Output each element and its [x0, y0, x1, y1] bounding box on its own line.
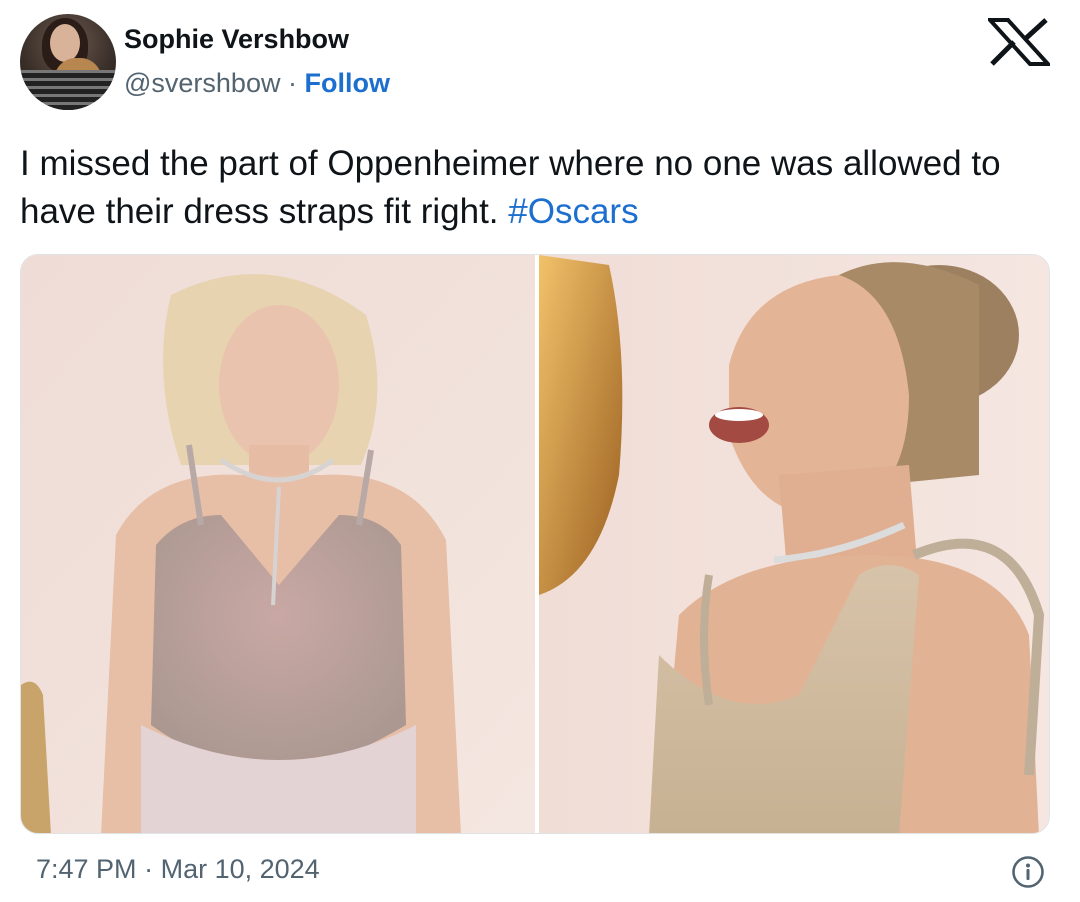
tweet-text: I missed the part of Oppenheimer where n… [20, 140, 1040, 236]
tweet-timestamp[interactable]: 7:47 PM · Mar 10, 2024 [36, 854, 320, 885]
tweet-time: 7:47 PM [36, 854, 137, 884]
timestamp-separator: · [144, 854, 154, 884]
tweet-media [20, 254, 1050, 834]
author-name[interactable]: Sophie Vershbow [124, 24, 349, 55]
handle-separator: · [287, 68, 297, 98]
x-logo-icon[interactable] [988, 18, 1050, 66]
avatar-face [50, 24, 80, 62]
photo-right-image [539, 255, 1049, 833]
author-handle-row: @svershbow · Follow [124, 68, 390, 99]
follow-button[interactable]: Follow [305, 68, 390, 98]
photo-left[interactable] [21, 255, 535, 833]
photo-right[interactable] [539, 255, 1049, 833]
hashtag-link[interactable]: #Oscars [508, 192, 638, 231]
avatar-shirt [20, 70, 116, 110]
info-icon[interactable] [1011, 855, 1045, 889]
tweet-date: Mar 10, 2024 [160, 854, 320, 884]
author-handle[interactable]: @svershbow [124, 68, 280, 98]
avatar[interactable] [20, 14, 116, 110]
photo-left-image [21, 255, 535, 833]
